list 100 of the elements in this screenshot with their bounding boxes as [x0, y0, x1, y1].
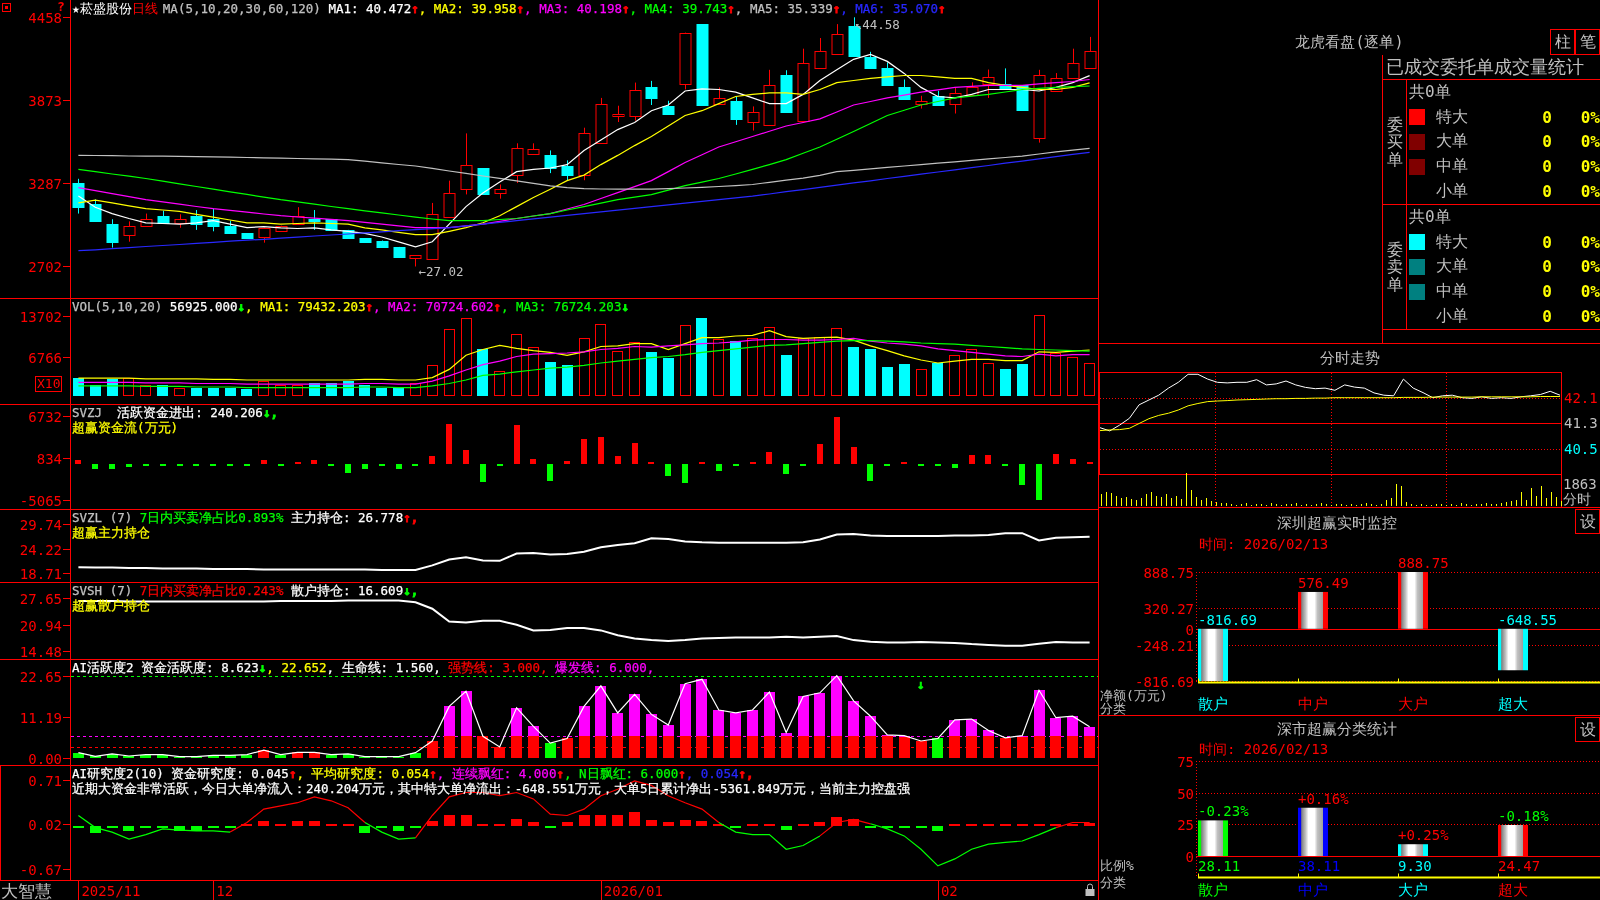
fund-flow-bar — [75, 460, 81, 464]
order-size-label: 特大 — [1436, 231, 1469, 253]
category-label: 大户 — [1398, 695, 1428, 713]
candlestick — [982, 69, 995, 99]
candlestick — [275, 225, 288, 232]
order-size-label: 特大 — [1436, 106, 1469, 128]
order-share: 0% — [1579, 282, 1600, 302]
candlestick — [831, 23, 844, 55]
volume-bar — [258, 381, 269, 396]
research-bar — [292, 821, 303, 826]
candlestick — [157, 210, 170, 224]
research-bar — [646, 820, 657, 826]
fund-flow-bar — [446, 424, 452, 464]
research-bar — [461, 815, 472, 826]
volume-bar — [376, 388, 387, 396]
order-count: 0 — [1541, 232, 1553, 252]
axis-title: 净额(万元) — [1100, 687, 1168, 703]
research-bar — [511, 819, 522, 826]
bar-value-label: 576.49 — [1298, 574, 1349, 591]
activity-bar-segment — [107, 754, 118, 758]
axis-tick-label: 3873 — [28, 92, 62, 109]
volume-bar — [494, 371, 505, 396]
candlestick — [426, 202, 439, 260]
axis-tick-label: 0 — [1185, 621, 1194, 638]
fund-flow-bar — [345, 464, 351, 473]
order-share: 0% — [1579, 107, 1600, 127]
volume-bar — [899, 364, 910, 396]
order-count: 0 — [1541, 257, 1553, 277]
candlestick — [241, 232, 254, 239]
category-label: 散户 — [1198, 881, 1228, 899]
order-share: 0% — [1579, 157, 1600, 177]
fund-flow-bar — [480, 464, 486, 482]
bar-value-label: 888.75 — [1398, 555, 1449, 571]
fund-flow-bar — [867, 464, 873, 481]
research-bar — [848, 819, 859, 826]
stock-title: ★菘盛股份 — [72, 1, 132, 16]
activity-bar-segment — [966, 719, 977, 736]
settings-button[interactable]: 设 — [1575, 509, 1600, 534]
candlestick — [174, 213, 187, 229]
axis-tick-label: 40.5 — [1564, 441, 1598, 458]
axis-tick-label: -5065 — [19, 492, 62, 509]
order-share: 0% — [1579, 307, 1600, 327]
axis-title: 比例% — [1100, 857, 1134, 873]
fund-flow-bar — [665, 464, 671, 476]
activity-bar-segment — [258, 750, 269, 758]
candlestick — [1067, 48, 1080, 79]
fund-flow-bar — [530, 459, 536, 464]
axis-tick-label: 834 — [36, 450, 62, 467]
candlestick — [747, 105, 760, 132]
research-bar — [781, 826, 792, 830]
activity-bar-segment — [73, 753, 84, 758]
axis-title: 分时 — [1563, 491, 1591, 507]
volume-bar — [225, 388, 236, 396]
order-total: 共0单 — [1408, 80, 1452, 103]
axis-tick-label: 13702 — [19, 308, 62, 325]
activity-bar-segment — [309, 752, 320, 758]
volume-bar — [831, 328, 842, 396]
axis-tick-label: 6732 — [28, 408, 62, 425]
volume-bar — [410, 383, 421, 396]
candlestick — [679, 32, 692, 90]
activity-bar-segment — [1000, 738, 1011, 758]
volume-bar — [663, 358, 674, 396]
date-label: 02 — [940, 883, 958, 899]
candlestick — [999, 67, 1012, 90]
fund-flow-bar — [564, 461, 570, 464]
candlestick — [494, 184, 507, 200]
research-bar — [696, 821, 707, 826]
view-toggle-button[interactable]: 柱 — [1550, 29, 1575, 55]
fund-flow-bar — [311, 460, 317, 464]
candlestick — [595, 97, 608, 144]
order-size-label: 中单 — [1436, 156, 1469, 178]
research-bar — [393, 826, 404, 831]
candlestick — [578, 127, 591, 181]
axis-tick-label: 888.75 — [1143, 564, 1194, 581]
research-bar — [528, 822, 539, 826]
change-label: +0.25% — [1398, 827, 1449, 844]
axis-tick-label: 0.02 — [28, 816, 62, 833]
candlestick — [258, 227, 271, 244]
axis-title: 分类 — [1100, 874, 1126, 890]
activity-bar-segment — [916, 741, 927, 758]
view-toggle-button[interactable]: 笔 — [1575, 29, 1600, 55]
volume-bar — [107, 379, 118, 396]
volume-bar — [545, 362, 556, 396]
activity-bar-segment — [545, 743, 556, 758]
change-label: -0.23% — [1198, 803, 1249, 820]
volume-bar — [798, 338, 809, 396]
research-bar — [562, 822, 573, 826]
order-count: 0 — [1541, 307, 1553, 327]
candlestick — [443, 180, 456, 218]
activity-bar-segment — [157, 755, 168, 758]
fund-flow-bar — [598, 437, 604, 464]
settings-button[interactable]: 设 — [1575, 717, 1600, 742]
date-label: 2026/01 — [603, 883, 663, 899]
fund-flow-bar — [1070, 459, 1076, 464]
candlestick — [645, 80, 658, 106]
volume-bar — [511, 334, 522, 396]
candlestick — [966, 81, 979, 96]
square-icon — [2, 3, 11, 12]
axis-tick-label: 29.74 — [19, 516, 62, 533]
chart-title: 深市超赢分类统计 — [1276, 720, 1397, 738]
